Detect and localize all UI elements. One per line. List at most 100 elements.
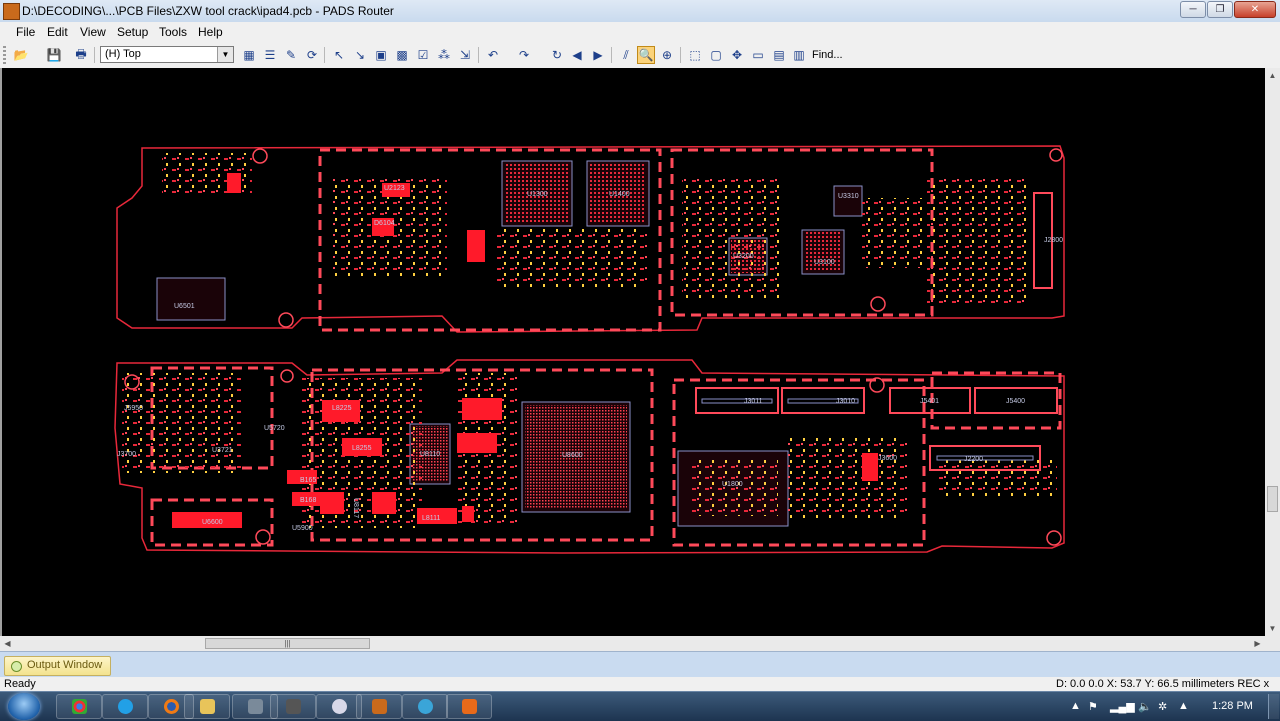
scroll-left-icon[interactable]: ◀ bbox=[0, 636, 15, 651]
label-j3011: J3011 bbox=[744, 398, 763, 405]
pads-router-app-icon[interactable] bbox=[3, 3, 20, 20]
label-u3310: U3310 bbox=[838, 193, 859, 200]
display-icon[interactable]: ▤ bbox=[770, 46, 788, 64]
find-button[interactable]: Find... bbox=[812, 49, 843, 61]
properties-icon[interactable]: ▦ bbox=[240, 46, 258, 64]
scrollbar-corner bbox=[1265, 636, 1280, 651]
start-button[interactable] bbox=[8, 693, 40, 720]
back-icon[interactable]: ◀ bbox=[568, 46, 586, 64]
open-icon[interactable]: 📂 bbox=[12, 46, 30, 64]
label-u1400: U1400 bbox=[609, 191, 630, 198]
status-text: Ready bbox=[4, 678, 36, 690]
layer-dropdown[interactable]: (H) Top ▼ bbox=[100, 46, 234, 63]
minimize-button[interactable]: ─ bbox=[1180, 1, 1206, 18]
label-u6600: U6600 bbox=[202, 519, 223, 526]
toolbar-grip[interactable] bbox=[3, 46, 6, 64]
undo-icon[interactable]: ↶ bbox=[484, 46, 502, 64]
tray-app-icon[interactable]: ✲ bbox=[1158, 700, 1167, 713]
label-j3700: J3700 bbox=[117, 451, 136, 458]
zxw-icon[interactable] bbox=[270, 694, 316, 719]
label-u1300: U1300 bbox=[527, 191, 548, 198]
component-icon[interactable]: ▥ bbox=[790, 46, 808, 64]
close-button[interactable]: ✕ bbox=[1234, 1, 1276, 18]
title-bar: D:\DECODING\...\PCB Files\ZXW tool crack… bbox=[0, 0, 1280, 23]
show-desktop-button[interactable] bbox=[1268, 694, 1279, 719]
toolbar-separator bbox=[94, 47, 95, 63]
menu-tools[interactable]: Tools bbox=[159, 25, 187, 39]
label-b165: B165 bbox=[300, 477, 316, 484]
output-window-tab[interactable]: Output Window bbox=[4, 656, 112, 676]
window-controls: ─ ❐ ✕ bbox=[1180, 1, 1276, 18]
vertical-scroll-thumb[interactable] bbox=[1267, 486, 1278, 512]
explorer-icon[interactable] bbox=[184, 694, 230, 719]
board-icon[interactable]: ▭ bbox=[749, 46, 767, 64]
pads-router-taskbar-icon[interactable] bbox=[356, 694, 402, 719]
menu-bar: File Edit View Setup Tools Help bbox=[0, 22, 1280, 42]
menu-setup[interactable]: Setup bbox=[117, 25, 148, 39]
label-u8117: U8117 bbox=[352, 498, 359, 518]
refresh-icon[interactable]: ⟳ bbox=[303, 46, 321, 64]
zoom-icon[interactable]: 🔍 bbox=[637, 46, 655, 64]
pcb-drawing[interactable]: U1300 U1400 U3200 U3100 U3310 D6104 U212… bbox=[2, 68, 1265, 636]
label-j5401: J5401 bbox=[920, 398, 939, 405]
menu-file[interactable]: File bbox=[16, 25, 35, 39]
coordinate-readout: D: 0.0 0.0 X: 53.7 Y: 66.5 millimeters R… bbox=[1056, 678, 1270, 690]
select-icon[interactable]: ↖ bbox=[330, 46, 348, 64]
layer-dropdown-value: (H) Top bbox=[105, 48, 141, 60]
tray-flag-icon[interactable]: ⚑ bbox=[1088, 700, 1098, 713]
list-icon[interactable]: ☰ bbox=[261, 46, 279, 64]
skype-icon[interactable] bbox=[102, 694, 148, 719]
forward-icon[interactable]: ▶ bbox=[589, 46, 607, 64]
label-u8110: U8110 bbox=[420, 451, 440, 458]
restore-button[interactable]: ❐ bbox=[1207, 1, 1233, 18]
pdf-icon[interactable] bbox=[446, 694, 492, 719]
tray-expand-icon[interactable]: ▲ bbox=[1070, 700, 1081, 712]
drive-icon[interactable]: ▲ bbox=[1178, 700, 1189, 712]
pin-swap-icon[interactable]: ▩ bbox=[393, 46, 411, 64]
zoom-area-icon[interactable]: ⊕ bbox=[658, 46, 676, 64]
autoroute-icon[interactable]: ⁂ bbox=[435, 46, 453, 64]
horizontal-scroll-thumb[interactable]: ||| bbox=[205, 638, 370, 649]
label-j3600: J3600 bbox=[878, 455, 897, 462]
redo-icon[interactable]: ↷ bbox=[515, 46, 533, 64]
vpn-icon[interactable] bbox=[402, 694, 448, 719]
menu-help[interactable]: Help bbox=[198, 25, 223, 39]
taskbar-clock[interactable]: 1:28 PM bbox=[1212, 700, 1253, 712]
label-u1800: U1800 bbox=[722, 481, 743, 488]
ratsnest-icon[interactable]: ⫽ bbox=[617, 46, 635, 64]
label-l8255: L8255 bbox=[352, 445, 372, 452]
pcb-canvas[interactable]: U1300 U1400 U3200 U3100 U3310 D6104 U212… bbox=[0, 68, 1265, 636]
chevron-down-icon[interactable]: ▼ bbox=[217, 47, 233, 62]
window-view-icon[interactable]: ▢ bbox=[707, 46, 725, 64]
scroll-down-icon[interactable]: ▼ bbox=[1265, 621, 1280, 636]
verify-icon[interactable]: ☑ bbox=[414, 46, 432, 64]
network-icon[interactable]: ▂▄▆ bbox=[1110, 700, 1135, 713]
label-b168: B168 bbox=[300, 497, 316, 504]
label-l8225: L8225 bbox=[332, 405, 352, 412]
horizontal-scrollbar[interactable]: ◀ ||| ▶ bbox=[0, 636, 1265, 651]
label-u5720: U5720 bbox=[264, 425, 285, 432]
chrome-icon[interactable] bbox=[56, 694, 102, 719]
u1800-pads bbox=[692, 460, 778, 516]
menu-edit[interactable]: Edit bbox=[47, 25, 68, 39]
label-u3200: U3200 bbox=[733, 253, 754, 260]
print-icon[interactable]: 🖶 bbox=[72, 46, 90, 64]
toolbar-separator bbox=[478, 47, 479, 63]
vertical-scrollbar[interactable]: ▲ ▼ bbox=[1265, 68, 1280, 636]
volume-icon[interactable]: 🔈 bbox=[1138, 700, 1152, 713]
view-icon[interactable]: ⬚ bbox=[686, 46, 704, 64]
pan-icon[interactable]: ✥ bbox=[728, 46, 746, 64]
label-j5950: J5950 bbox=[124, 405, 143, 412]
design-rules-icon[interactable]: ▣ bbox=[372, 46, 390, 64]
scroll-right-icon[interactable]: ▶ bbox=[1250, 636, 1265, 651]
label-j2800: J2800 bbox=[1044, 237, 1063, 244]
save-icon[interactable]: 💾 bbox=[45, 46, 63, 64]
scroll-up-icon[interactable]: ▲ bbox=[1265, 68, 1280, 83]
toolbar-separator bbox=[611, 47, 612, 63]
toolbar-separator bbox=[324, 47, 325, 63]
select-net-icon[interactable]: ↘ bbox=[351, 46, 369, 64]
route-icon[interactable]: ✎ bbox=[282, 46, 300, 64]
interactive-route-icon[interactable]: ⇲ bbox=[456, 46, 474, 64]
rotate-icon[interactable]: ↻ bbox=[548, 46, 566, 64]
menu-view[interactable]: View bbox=[80, 25, 106, 39]
